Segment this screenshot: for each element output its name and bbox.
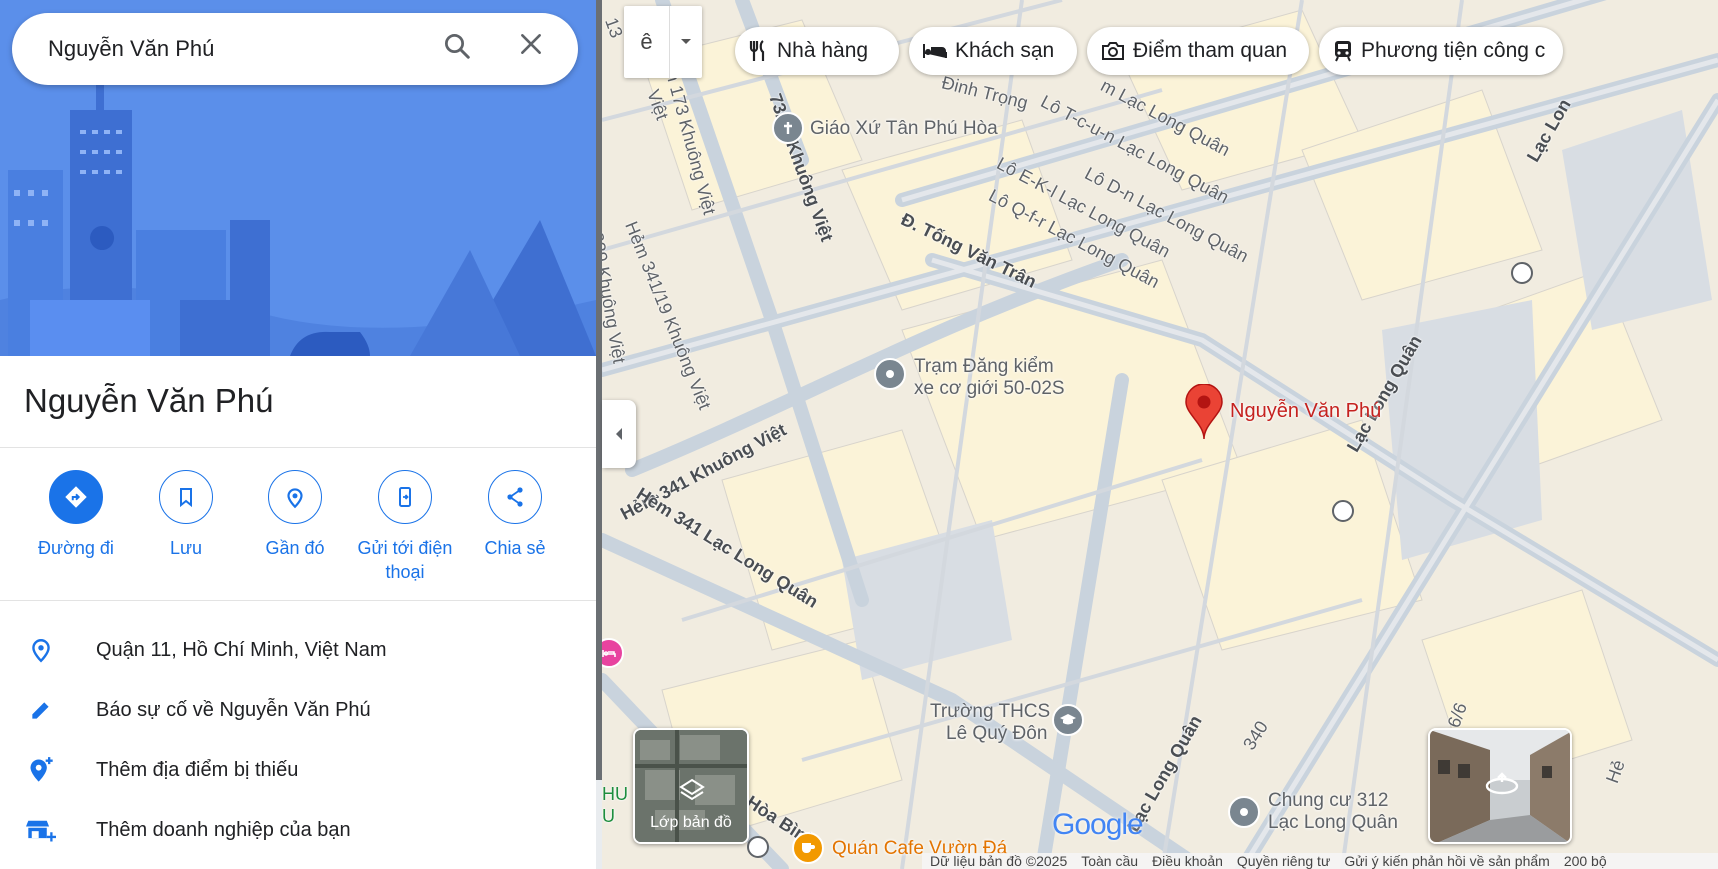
bus-stop-icon[interactable]	[1511, 262, 1533, 284]
scale-bar[interactable]: 200 bộ	[1564, 853, 1607, 869]
chip-restaurants[interactable]: Nhà hàng	[735, 27, 899, 75]
report-issue-text: Báo sự cố về Nguyễn Văn Phú	[96, 698, 371, 721]
church-poi[interactable]	[772, 112, 804, 144]
action-label: Chia sẻ	[484, 538, 546, 558]
location-pin-icon	[32, 639, 50, 663]
inspection-station-poi[interactable]	[874, 358, 906, 390]
school-poi[interactable]	[1052, 704, 1084, 736]
chip-transit[interactable]: Phương tiện công c	[1319, 27, 1563, 75]
divider	[0, 447, 596, 448]
map-footer: Dữ liệu bản đồ ©2025 Toàn cầu Điều khoản…	[922, 853, 1718, 869]
add-business-icon	[26, 820, 56, 842]
station-label: xe cơ giới 50-02S	[914, 378, 1065, 399]
street-label: U	[602, 806, 615, 826]
church-label: Giáo Xứ Tân Phú Hòa	[810, 118, 998, 139]
pin-dot-icon	[1240, 808, 1248, 816]
clear-search-button[interactable]	[518, 31, 554, 67]
pencil-icon	[32, 702, 49, 719]
action-label: Gửi tới điện thoại	[357, 538, 453, 582]
apartment-poi[interactable]	[1228, 796, 1260, 828]
input-tools-button[interactable]: ê	[624, 6, 702, 78]
school-label: Lê Quý Đôn	[946, 723, 1048, 744]
chip-label: Khách sạn	[955, 39, 1055, 62]
camera-icon	[1102, 42, 1124, 60]
place-title: Nguyễn Văn Phú	[24, 382, 274, 419]
action-label: Gần đó	[265, 538, 325, 558]
pin-dot-icon	[886, 370, 894, 378]
restaurant-icon	[749, 40, 765, 61]
action-label: Lưu	[169, 538, 203, 558]
info-list: Quận 11, Hồ Chí Minh, Việt Nam Báo sự cố…	[0, 620, 596, 860]
address-row[interactable]: Quận 11, Hồ Chí Minh, Việt Nam	[0, 620, 596, 680]
rotate-360-icon	[1485, 772, 1519, 795]
layers-icon	[679, 778, 705, 801]
add-business-text: Thêm doanh nghiệp của bạn	[96, 818, 351, 841]
add-place-icon	[30, 757, 53, 782]
save-button[interactable]: Lưu	[131, 470, 241, 560]
map-data-credit: Dữ liệu bản đồ ©2025	[930, 853, 1068, 869]
apartment-label: Lạc Long Quân	[1268, 812, 1398, 833]
place-marker-icon[interactable]	[1184, 384, 1224, 440]
search-button[interactable]	[442, 31, 478, 67]
bus-stop-icon[interactable]	[1332, 500, 1354, 522]
search-icon	[445, 34, 470, 59]
google-logo-text: Google	[1052, 808, 1144, 841]
action-label: Đường đi	[38, 538, 114, 558]
add-missing-place-text: Thêm địa điểm bị thiếu	[96, 758, 299, 781]
nearby-button[interactable]: Gần đó	[240, 470, 350, 560]
hero-illustration	[0, 0, 596, 356]
bus-stop-icon[interactable]	[747, 836, 769, 858]
input-tools-dropdown[interactable]	[670, 6, 702, 78]
layers-button[interactable]: Lớp bản đồ	[633, 728, 749, 844]
school-icon	[1060, 714, 1076, 725]
privacy-link[interactable]: Quyền riêng tư	[1237, 853, 1330, 869]
share-icon	[507, 487, 523, 507]
add-business-row[interactable]: Thêm doanh nghiệp của bạn	[0, 800, 596, 860]
place-panel: Nguyễn Văn Phú Đường đi Lưu Gần đó Gửi t…	[0, 0, 596, 869]
chip-label: Phương tiện công c	[1361, 39, 1546, 62]
bed-icon	[602, 650, 616, 657]
transit-icon	[1335, 41, 1351, 62]
marker-label: Nguyễn Văn Phú	[1230, 400, 1382, 422]
search-input[interactable]	[48, 36, 428, 62]
cafe-poi[interactable]	[792, 832, 824, 864]
share-button[interactable]: Chia sẻ	[460, 470, 570, 560]
terms-link[interactable]: Điều khoản	[1152, 853, 1223, 869]
chip-hotels[interactable]: Khách sạn	[909, 27, 1077, 75]
caret-left-icon	[616, 428, 622, 440]
map-canvas[interactable]: Đ. Tống Văn Trân Hẻm 341 Khuông Việt Hẻm…	[602, 0, 1718, 869]
directions-icon	[65, 486, 87, 508]
coffee-icon	[802, 843, 815, 853]
divider	[0, 600, 596, 601]
send-to-phone-icon	[399, 487, 411, 507]
send-to-phone-button[interactable]: Gửi tới điện thoại	[350, 470, 460, 584]
chip-attractions[interactable]: Điểm tham quan	[1087, 27, 1309, 75]
add-missing-place-row[interactable]: Thêm địa điểm bị thiếu	[0, 740, 596, 800]
bookmark-icon	[180, 488, 192, 508]
report-issue-row[interactable]: Báo sự cố về Nguyễn Văn Phú	[0, 680, 596, 740]
global-link[interactable]: Toàn cầu	[1081, 853, 1138, 869]
directions-button[interactable]: Đường đi	[21, 470, 131, 560]
search-box	[12, 13, 578, 85]
chip-label: Điểm tham quan	[1133, 39, 1288, 62]
close-icon	[521, 34, 541, 54]
hotel-icon	[923, 44, 947, 58]
nearby-icon	[287, 488, 303, 509]
chip-label: Nhà hàng	[777, 39, 869, 62]
apartment-label: Chung cư 312	[1268, 790, 1389, 811]
layers-label: Lớp bản đồ	[650, 814, 732, 831]
street-label: HU	[602, 784, 628, 804]
action-bar: Đường đi Lưu Gần đó Gửi tới điện thoại C…	[0, 470, 596, 582]
address-text: Quận 11, Hồ Chí Minh, Việt Nam	[96, 638, 387, 661]
school-label: Trường THCS	[930, 701, 1051, 722]
caret-down-icon	[681, 39, 691, 44]
feedback-link[interactable]: Gửi ý kiến phản hồi về sản phẩm	[1344, 853, 1550, 869]
collapse-panel-button[interactable]	[602, 400, 636, 468]
input-tools-label: ê	[624, 6, 670, 78]
google-logo: Google	[1052, 808, 1144, 842]
station-label: Trạm Đăng kiểm	[914, 356, 1054, 377]
cross-icon	[784, 122, 792, 134]
street-view-button[interactable]	[1428, 728, 1572, 844]
